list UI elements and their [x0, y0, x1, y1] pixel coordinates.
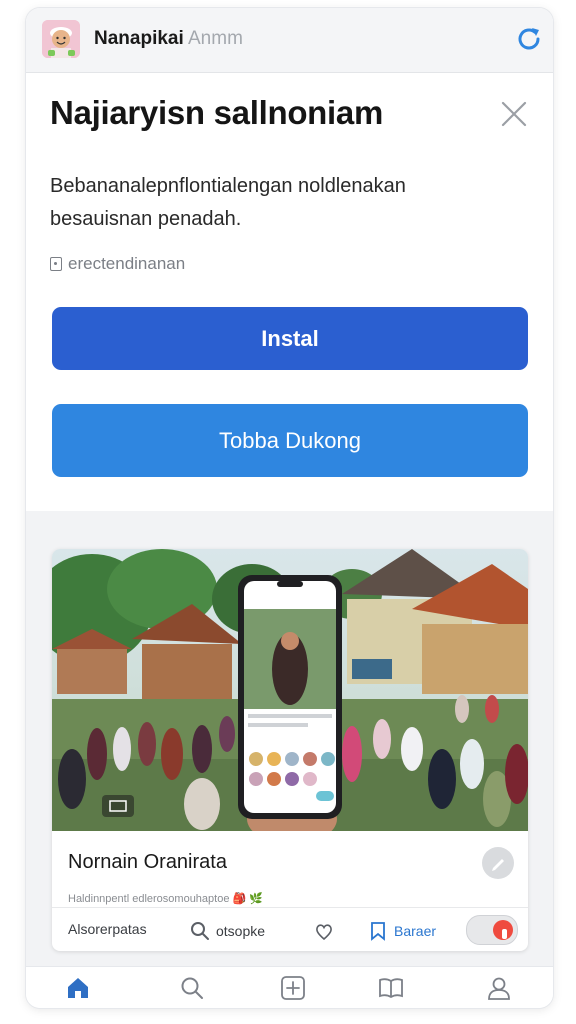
post-image[interactable]	[52, 549, 528, 831]
post-title: Nornain Oranirata	[68, 851, 227, 873]
app-subtitle: Anmm	[188, 28, 243, 49]
heart-icon	[316, 924, 332, 941]
search-icon[interactable]	[179, 975, 205, 1001]
dialog-meta: erectendinanan	[50, 254, 185, 274]
post-actions: Alsorerpatas otsopke Baraer	[52, 907, 528, 951]
close-icon[interactable]	[500, 100, 528, 128]
like-action[interactable]	[314, 921, 334, 941]
search-action[interactable]: otsopke	[190, 921, 265, 941]
install-button[interactable]: Instal	[52, 307, 528, 370]
lock-icon	[50, 257, 62, 271]
comments-label: Alsorerpatas	[68, 921, 147, 937]
toggle-knob	[493, 920, 513, 940]
share-button[interactable]	[482, 847, 514, 879]
library-icon[interactable]	[378, 975, 404, 1001]
app-header: Nanapikai Anmm	[26, 8, 553, 73]
avatar[interactable]	[42, 20, 80, 58]
feed: Nornain Oranirata Haldinnpentl edlerosom…	[26, 511, 553, 966]
dialog-meta-text: erectendinanan	[68, 254, 186, 273]
record-toggle[interactable]	[466, 915, 518, 945]
add-icon[interactable]	[280, 975, 306, 1001]
search-action-label: otsopke	[216, 923, 266, 939]
save-action-label: Baraer	[394, 923, 437, 939]
avatar-icon	[42, 20, 80, 58]
bookmark-icon	[371, 922, 385, 941]
app-name: Nanapikai	[94, 28, 184, 49]
save-action[interactable]: Baraer	[368, 921, 436, 941]
bottom-nav	[26, 966, 553, 1008]
profile-icon[interactable]	[486, 975, 512, 1001]
comments-link[interactable]: Alsorerpatas	[68, 921, 147, 937]
pencil-icon	[492, 859, 504, 871]
toggle-indicator	[502, 929, 507, 939]
post-caption: Haldinnpentl edlerosomouhaptoe 🎒 🌿	[68, 893, 263, 905]
search-icon	[191, 922, 209, 940]
dialog-title: Najiaryisn sallnoniam	[50, 94, 383, 131]
post-card[interactable]: Nornain Oranirata Haldinnpentl edlerosom…	[52, 549, 528, 951]
refresh-icon[interactable]	[514, 24, 544, 54]
dialog-description: Bebananalepnflontialengan noldlenakan be…	[50, 175, 406, 230]
support-button[interactable]: Tobba Dukong	[52, 404, 528, 477]
home-icon[interactable]	[65, 975, 91, 1001]
app-window: Nanapikai Anmm Najiaryisn sallnoniam Beb…	[26, 8, 553, 1008]
